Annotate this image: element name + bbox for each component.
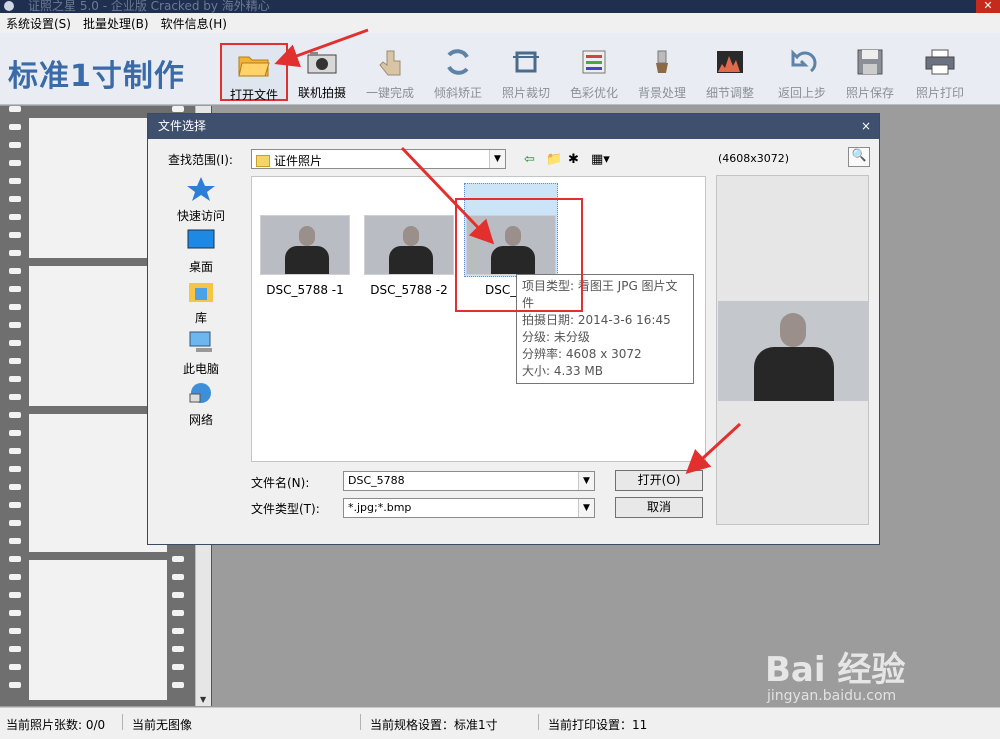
watermark-url: jingyan.baidu.com [767,688,897,704]
watermark-logo: Bai 经验 [765,650,906,690]
annotation-arrows [274,28,742,475]
baidu-watermark: Bai 经验 jingyan.baidu.com [765,630,995,710]
